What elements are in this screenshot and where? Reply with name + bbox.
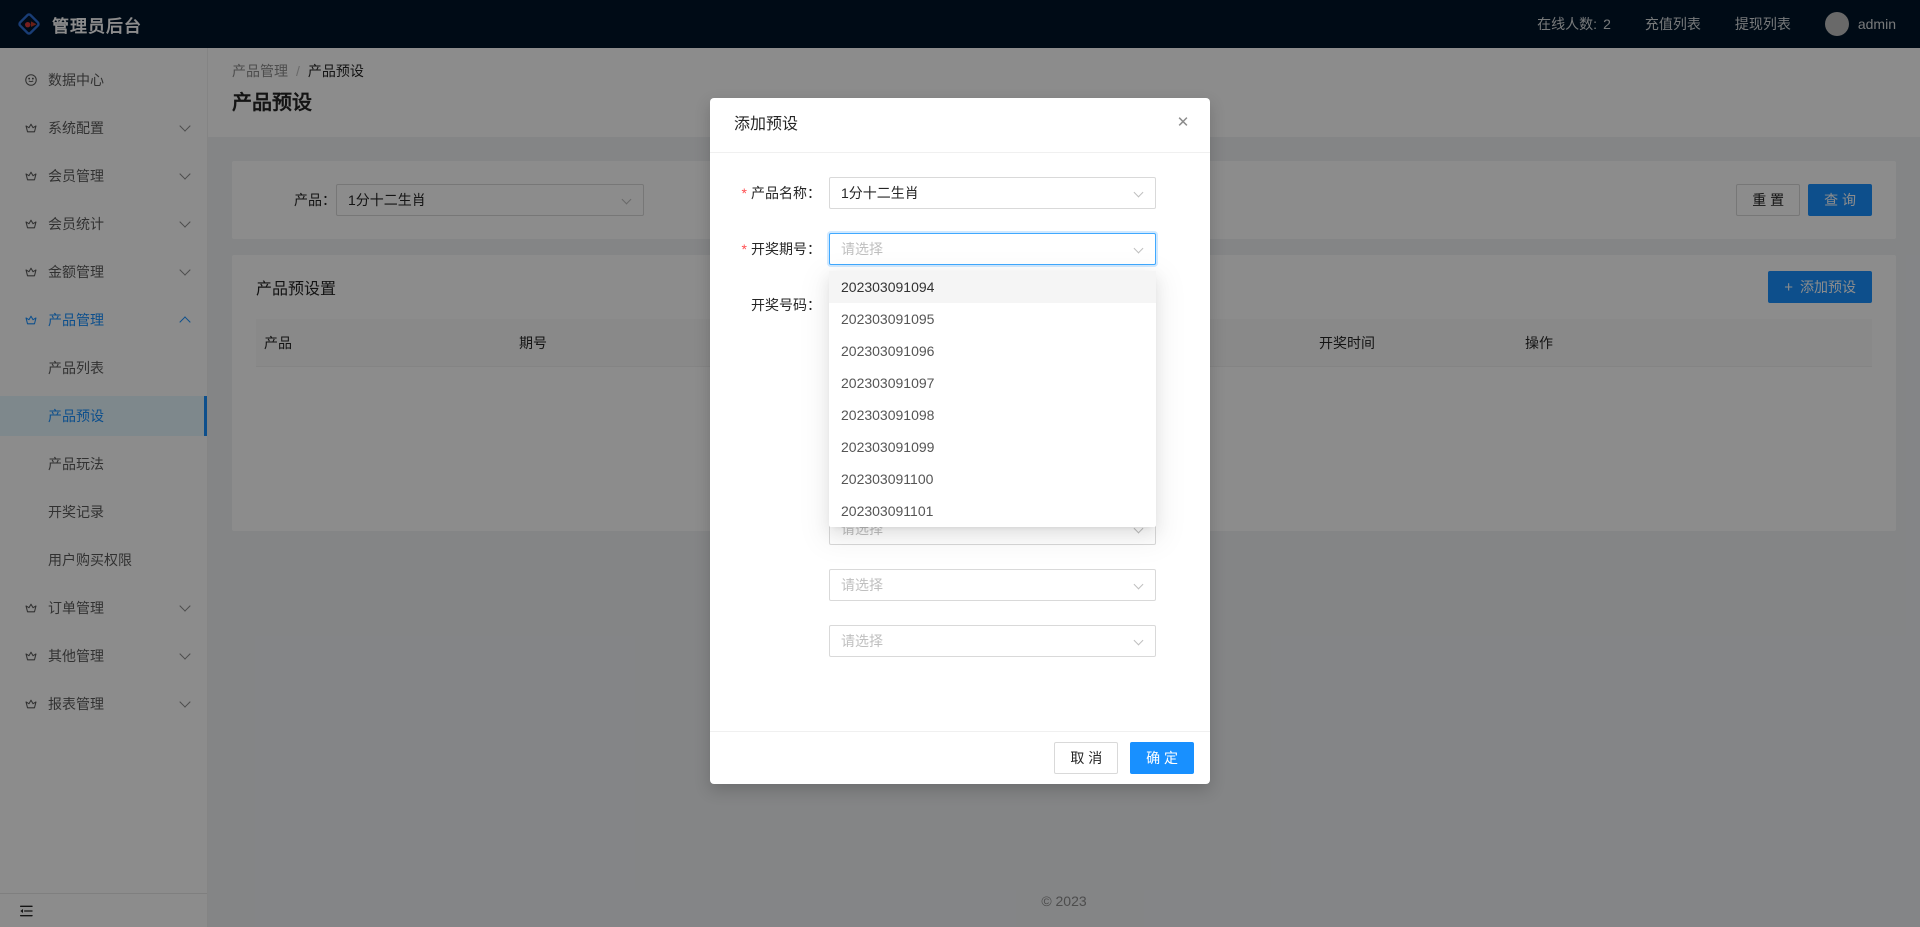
- draw-number-select-7[interactable]: 请选择: [829, 625, 1156, 657]
- draw-number-select-6[interactable]: 请选择: [829, 569, 1156, 601]
- dropdown-option[interactable]: 202303091094: [829, 271, 1156, 303]
- form-row-draw-period: *开奖期号： 请选择: [734, 233, 1186, 265]
- dropdown-option[interactable]: 202303091100: [829, 463, 1156, 495]
- chevron-down-icon: [1134, 244, 1144, 254]
- modal-title: 添加预设: [734, 116, 798, 133]
- product-name-label: *产品名称：: [734, 177, 829, 209]
- draw-numbers-label: 开奖号码：: [734, 289, 829, 681]
- required-mark: *: [742, 185, 747, 201]
- draw-period-dropdown: 202303091094 202303091095 202303091096 2…: [829, 271, 1156, 527]
- cancel-button[interactable]: 取 消: [1054, 742, 1118, 774]
- dropdown-option[interactable]: 202303091099: [829, 431, 1156, 463]
- dropdown-option[interactable]: 202303091097: [829, 367, 1156, 399]
- chevron-down-icon: [1134, 580, 1144, 590]
- product-name-select[interactable]: 1分十二生肖: [829, 177, 1156, 209]
- chevron-down-icon: [1134, 636, 1144, 646]
- modal-header: 添加预设 ✕: [710, 98, 1210, 153]
- dropdown-option[interactable]: 202303091101: [829, 495, 1156, 527]
- draw-period-label: *开奖期号：: [734, 233, 829, 265]
- form-row-product-name: *产品名称： 1分十二生肖: [734, 177, 1186, 209]
- ok-button[interactable]: 确 定: [1130, 742, 1194, 774]
- chevron-down-icon: [1134, 188, 1144, 198]
- dropdown-option[interactable]: 202303091095: [829, 303, 1156, 335]
- modal-footer: 取 消 确 定: [710, 731, 1210, 784]
- draw-period-placeholder: 请选择: [841, 241, 883, 257]
- required-mark: *: [742, 241, 747, 257]
- close-icon[interactable]: ✕: [1171, 111, 1195, 135]
- dropdown-option[interactable]: 202303091098: [829, 399, 1156, 431]
- draw-period-select[interactable]: 请选择: [829, 233, 1156, 265]
- product-name-value: 1分十二生肖: [841, 185, 919, 201]
- dropdown-option[interactable]: 202303091096: [829, 335, 1156, 367]
